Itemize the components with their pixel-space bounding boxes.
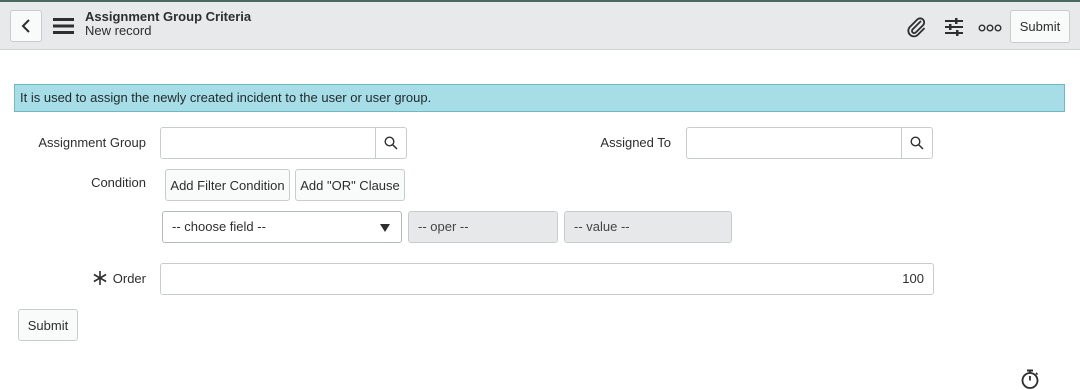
header-submit-button[interactable]: Submit: [1010, 10, 1070, 43]
add-filter-condition-button[interactable]: Add Filter Condition: [165, 169, 290, 201]
assigned-to-lookup-button[interactable]: [901, 127, 933, 159]
page-title: Assignment Group Criteria: [85, 9, 252, 24]
more-options-icon[interactable]: [978, 15, 1002, 39]
mandatory-asterisk-icon: [93, 271, 107, 285]
order-label: Order: [112, 271, 146, 286]
condition-field-value: -- choose field --: [172, 219, 266, 234]
assignment-group-lookup-button[interactable]: [375, 127, 407, 159]
dropdown-caret-icon: [380, 224, 390, 232]
chevron-left-icon: [21, 19, 30, 33]
order-input[interactable]: 100: [160, 263, 934, 295]
back-button[interactable]: [10, 10, 42, 42]
paperclip-icon[interactable]: [904, 15, 928, 39]
settings-sliders-icon[interactable]: [942, 15, 966, 39]
condition-value-field: -- value --: [564, 211, 732, 243]
assignment-group-input[interactable]: [160, 127, 376, 159]
assigned-to-label: Assigned To: [600, 135, 671, 150]
info-message: It is used to assign the newly created i…: [14, 84, 1065, 112]
search-icon: [910, 136, 924, 150]
assignment-group-label: Assignment Group: [38, 135, 146, 150]
search-icon: [384, 136, 398, 150]
submit-button[interactable]: Submit: [18, 309, 78, 341]
assigned-to-input[interactable]: [686, 127, 902, 159]
hamburger-menu-icon[interactable]: [53, 17, 75, 35]
condition-field-select[interactable]: -- choose field --: [162, 211, 402, 243]
form-header: Assignment Group Criteria New record Sub…: [0, 2, 1080, 50]
condition-operator-select: -- oper --: [408, 211, 558, 243]
add-or-clause-button[interactable]: Add "OR" Clause: [295, 169, 405, 201]
stopwatch-icon[interactable]: [1019, 368, 1041, 390]
condition-label: Condition: [91, 175, 146, 190]
record-title: Assignment Group Criteria New record: [85, 10, 251, 38]
page-subtitle: New record: [85, 23, 152, 38]
